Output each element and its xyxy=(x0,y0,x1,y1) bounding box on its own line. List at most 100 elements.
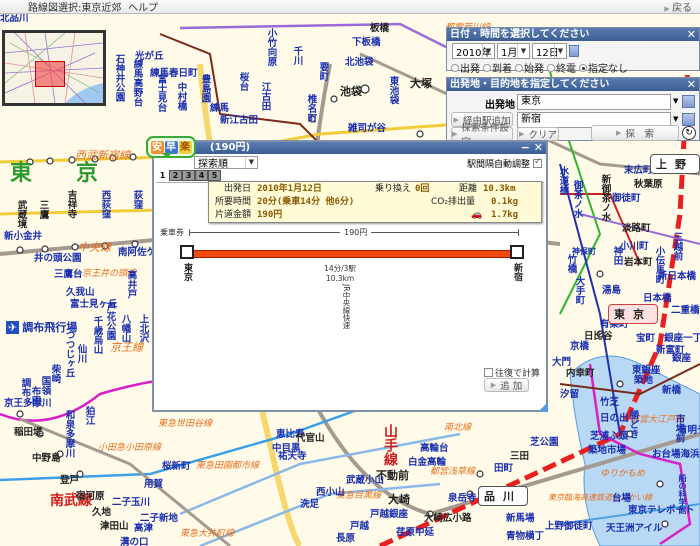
station-label: 白金高輪 xyxy=(408,457,447,468)
route-type-badge[interactable]: 安 早 楽 xyxy=(146,136,196,158)
station-label: 柴崎 xyxy=(49,364,61,383)
roundtrip-checkbox[interactable] xyxy=(484,368,493,377)
station-label: 勝どき xyxy=(627,410,639,439)
station-label: 井の頭公園 xyxy=(34,253,82,264)
station-label: 桜台 xyxy=(237,72,249,91)
minimize-icon[interactable]: − xyxy=(521,141,530,154)
result-panel: 安 早 楽 (190円) − ✕ 探索順 ▼ 駅間隔自動調整 1 2 3 4 5 出… xyxy=(146,136,548,412)
origin-station-name[interactable]: 東京 xyxy=(181,263,194,281)
close-icon[interactable]: ✕ xyxy=(687,78,696,91)
station-box-shinagawa[interactable]: 品川 xyxy=(478,486,528,506)
station-box-tokyo[interactable]: 東京 xyxy=(608,304,658,324)
station-label: 新日本橋 xyxy=(658,271,697,282)
overview-selection[interactable] xyxy=(35,61,65,87)
station-list-icon[interactable] xyxy=(682,95,695,108)
clear-button[interactable]: ▶ クリア xyxy=(517,127,559,141)
station-label: 宝町 xyxy=(636,333,656,344)
transfer-label: 乗り換え xyxy=(375,184,412,194)
station-label: 小川町 xyxy=(620,241,649,252)
time-label: 所要時間 xyxy=(214,197,251,207)
origin-input[interactable]: 東京 xyxy=(517,94,671,110)
tab-3[interactable]: 3 xyxy=(182,170,195,181)
station-label: 津田山 xyxy=(100,521,129,532)
route-segment-bar[interactable] xyxy=(194,250,514,258)
radio-departure[interactable]: 出発 xyxy=(451,60,480,75)
station-label: 要町 xyxy=(317,62,329,81)
date-panel: 日付・時間を選択してください ✕ 2010年 ▼ 1月 ▼ 12日 ▼ 出発 到着 始発… xyxy=(446,27,700,75)
station-label: 戸越銀座 xyxy=(370,509,409,520)
tab-1[interactable]: 1 xyxy=(156,170,169,181)
search-conditions-button[interactable]: ▶探索条件設定 xyxy=(451,123,513,148)
date-panel-title-text: 日付・時間を選択してください xyxy=(450,29,590,40)
radio-arrival[interactable]: 到着 xyxy=(483,60,512,75)
resize-handle[interactable] xyxy=(538,402,548,412)
add-button[interactable]: ▶ 追 加 xyxy=(484,378,529,392)
radio-label: 始発 xyxy=(524,64,544,75)
play-icon: ▶ xyxy=(664,5,672,13)
station-label: 大崎広小路 xyxy=(424,513,472,524)
close-icon[interactable]: ✕ xyxy=(687,28,696,41)
station-label: 千歳烏山 xyxy=(91,316,103,354)
tab-4[interactable]: 4 xyxy=(195,170,208,181)
chevron-down-icon[interactable]: ▼ xyxy=(673,115,678,123)
station-label: つつじヶ丘 xyxy=(63,330,75,378)
station-label: 雑司が谷 xyxy=(348,123,387,134)
station-label: 東池袋 xyxy=(387,76,399,105)
radio-label: 終電 xyxy=(556,64,576,75)
station-marker-destination[interactable] xyxy=(510,245,524,259)
destination-station-name[interactable]: 新宿 xyxy=(511,263,524,281)
station-label: 芝公園 xyxy=(530,437,559,448)
search-button[interactable]: ▶ 探 索 xyxy=(591,125,679,141)
radio-unspecified[interactable]: 指定なし xyxy=(579,60,628,75)
back-label: 戻る xyxy=(672,3,692,14)
back-button[interactable]: ▶ 戻る xyxy=(664,0,692,14)
refresh-icon[interactable]: ↻ xyxy=(682,126,696,140)
route-map-menu[interactable]: 路線図選択:東京近郊 xyxy=(28,0,121,14)
station-label: 船の科学館 xyxy=(678,474,687,514)
radio-circle xyxy=(483,63,491,72)
tab-5[interactable]: 5 xyxy=(208,170,221,181)
station-label: 淡路町 xyxy=(622,223,651,234)
station-label: 築地 xyxy=(634,375,654,386)
auto-adjust[interactable]: 駅間隔自動調整 xyxy=(467,157,542,170)
calendar-icon[interactable] xyxy=(569,45,579,57)
station-label: 三鷹 xyxy=(37,200,49,219)
station-label: 御茶ノ水 xyxy=(571,180,583,218)
station-label: 国領 xyxy=(39,376,51,395)
segment-line-name[interactable]: JR中央線快速 xyxy=(340,284,352,329)
sort-select[interactable]: 探索順 ▼ xyxy=(194,156,258,170)
day-select[interactable]: 12日 ▼ xyxy=(532,43,567,59)
station-box-ueno[interactable]: 上野 xyxy=(650,154,700,174)
station-label: 秋葉原 xyxy=(634,179,663,190)
year-select[interactable]: 2010年 ▼ xyxy=(452,43,495,59)
chevron-down-icon: ▼ xyxy=(554,44,566,58)
overview-minimap[interactable] xyxy=(2,30,106,106)
station-label: 稲田堤 xyxy=(14,427,43,438)
co2-label: CO₂排出量 xyxy=(431,197,475,207)
station-label: 高井戸 xyxy=(125,270,137,299)
station-label: 築地市場 xyxy=(588,445,627,456)
station-label: 泉岳寺 xyxy=(448,493,477,504)
radio-first-train[interactable]: 始発 xyxy=(515,60,544,75)
car-co2-value: 1.7kg xyxy=(491,210,519,220)
month-select[interactable]: 1月 ▼ xyxy=(497,43,530,59)
station-label: 三越前 xyxy=(671,232,683,261)
radio-circle xyxy=(547,63,555,72)
result-panel-title: (190円) − ✕ xyxy=(154,142,546,154)
auto-adjust-checkbox[interactable] xyxy=(533,157,542,168)
station-label: 湯島 xyxy=(602,285,622,296)
chevron-down-icon[interactable]: ▼ xyxy=(673,97,678,105)
station-list-icon[interactable] xyxy=(682,113,695,126)
help-menu[interactable]: ヘルプ xyxy=(128,0,158,14)
close-icon[interactable]: ✕ xyxy=(534,141,543,154)
station-label: 新小金井 xyxy=(4,231,43,242)
station-label: 仙川 xyxy=(75,344,87,363)
tab-2[interactable]: 2 xyxy=(169,170,182,181)
station-label: 内幸町 xyxy=(566,368,595,379)
time-mode-radios: 出発 到着 始発 終電 指定なし xyxy=(451,60,631,75)
station-label: 久我山 xyxy=(66,287,95,298)
station-marker-origin[interactable] xyxy=(180,245,194,259)
station-panel-title: 出発地・目的地を指定してください ✕ xyxy=(447,78,699,91)
radio-last-train[interactable]: 終電 xyxy=(547,60,576,75)
radio-circle xyxy=(579,63,587,72)
